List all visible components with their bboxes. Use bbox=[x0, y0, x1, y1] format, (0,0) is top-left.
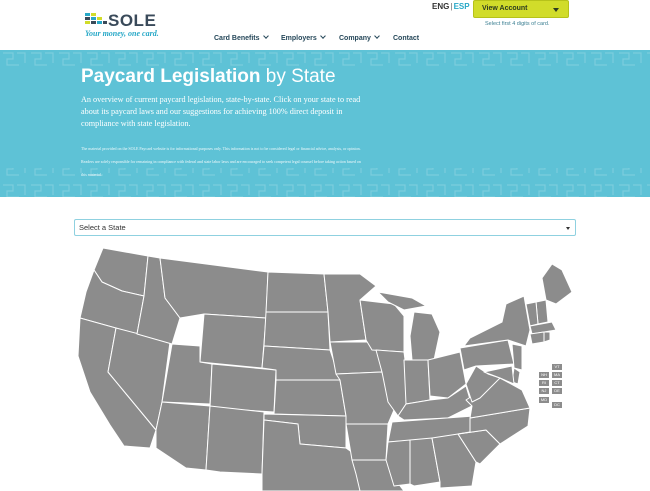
state-nj[interactable] bbox=[511, 343, 523, 371]
small-state-de[interactable]: DE bbox=[551, 387, 563, 395]
state-wy[interactable] bbox=[199, 313, 267, 369]
lang-english-link[interactable]: ENG bbox=[432, 2, 449, 11]
chevron-down-icon bbox=[319, 33, 326, 39]
sole-logo[interactable]: SOLE Your money, one card. bbox=[85, 11, 165, 38]
state-me[interactable] bbox=[541, 263, 573, 305]
caret-down-icon bbox=[553, 8, 559, 12]
page-title-light: by State bbox=[265, 66, 336, 87]
view-account-button[interactable]: View Account bbox=[473, 0, 569, 18]
state-ks[interactable] bbox=[273, 379, 347, 417]
state-az[interactable] bbox=[155, 401, 211, 471]
nav-employers[interactable]: Employers bbox=[281, 33, 326, 47]
dropdown-arrow-icon bbox=[566, 227, 570, 230]
view-account-label: View Account bbox=[482, 5, 528, 12]
nav-card-benefits[interactable]: Card Benefits bbox=[214, 33, 269, 47]
site-header: SOLE Your money, one card. ENG|ESP View … bbox=[0, 0, 650, 50]
nav-contact[interactable]: Contact bbox=[393, 35, 419, 47]
legal-disclaimer: The material provided on the SOLE Paycar… bbox=[81, 146, 361, 177]
state-ny[interactable] bbox=[463, 295, 531, 347]
small-state-ri[interactable]: RI bbox=[538, 379, 550, 387]
state-ct[interactable] bbox=[529, 331, 545, 345]
small-state-dc[interactable]: DC bbox=[551, 401, 563, 409]
state-select-value: Select a State bbox=[79, 223, 126, 232]
nav-company-label: Company bbox=[339, 35, 371, 42]
logo-wordmark: SOLE bbox=[108, 11, 157, 30]
state-nm[interactable] bbox=[205, 405, 265, 475]
small-state-ct[interactable]: CT bbox=[551, 379, 563, 387]
small-state-vt[interactable]: VT bbox=[551, 363, 563, 371]
state-co[interactable] bbox=[209, 363, 277, 413]
state-mi[interactable] bbox=[409, 311, 441, 361]
page-title-strong: Paycard Legislation bbox=[81, 66, 261, 87]
chevron-down-icon bbox=[262, 33, 269, 39]
nav-company[interactable]: Company bbox=[339, 33, 380, 47]
small-state-md[interactable]: MD bbox=[538, 396, 550, 404]
state-select[interactable]: Select a State bbox=[74, 219, 576, 236]
account-hint: Select first 4 digits of card. bbox=[485, 21, 550, 27]
state-in[interactable] bbox=[403, 359, 431, 405]
hero-banner: Paycard Legislation by State An overview… bbox=[0, 50, 650, 197]
state-nd[interactable] bbox=[265, 271, 329, 313]
lang-spanish-link[interactable]: ESP bbox=[454, 2, 470, 11]
nav-contact-label: Contact bbox=[393, 35, 420, 42]
state-ri[interactable] bbox=[543, 331, 551, 343]
small-state-ma[interactable]: MA bbox=[551, 371, 563, 379]
state-ar[interactable] bbox=[345, 423, 389, 461]
state-mt[interactable] bbox=[159, 257, 269, 319]
logo-tagline: Your money, one card. bbox=[85, 29, 159, 38]
small-state-nj[interactable]: NJ bbox=[538, 387, 550, 395]
state-sd[interactable] bbox=[263, 311, 331, 351]
page-title: Paycard Legislation by State bbox=[81, 66, 336, 88]
small-state-nh[interactable]: NH bbox=[538, 371, 550, 379]
nav-card-benefits-label: Card Benefits bbox=[214, 35, 260, 42]
logo-mark-icon bbox=[85, 13, 107, 27]
nav-employers-label: Employers bbox=[281, 35, 317, 42]
lang-separator: | bbox=[450, 2, 453, 11]
us-state-map: VT NH MA RI CT NJ DE MD DC bbox=[0, 240, 650, 491]
language-switcher: ENG|ESP bbox=[432, 2, 470, 11]
hero-intro-text: An overview of current paycard legislati… bbox=[81, 95, 361, 128]
chevron-down-icon bbox=[374, 33, 380, 39]
